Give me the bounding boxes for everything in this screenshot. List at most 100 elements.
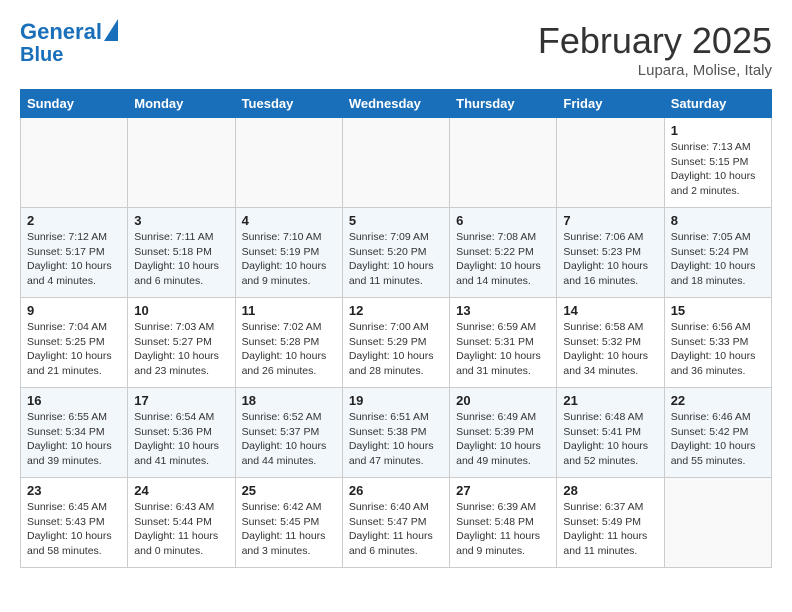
day-cell: 28 Sunrise: 6:37 AMSunset: 5:49 PMDayligh… bbox=[557, 478, 664, 568]
weekday-header-tuesday: Tuesday bbox=[235, 90, 342, 118]
day-info: Sunrise: 6:46 AMSunset: 5:42 PMDaylight:… bbox=[671, 410, 765, 469]
day-cell: 5Sunrise: 7:09 AMSunset: 5:20 PMDaylight… bbox=[342, 208, 449, 298]
day-number: 17 bbox=[134, 393, 228, 408]
day-cell: 23Sunrise: 6:45 AMSunset: 5:43 PMDayligh… bbox=[21, 478, 128, 568]
weekday-header-thursday: Thursday bbox=[450, 90, 557, 118]
month-title: February 2025 bbox=[538, 20, 772, 62]
week-row-3: 9 Sunrise: 7:04 AMSunset: 5:25 PMDaylight… bbox=[21, 298, 772, 388]
week-row-1: 1 Sunrise: 7:13 AMSunset: 5:15 PMDaylight… bbox=[21, 118, 772, 208]
week-row-4: 16 Sunrise: 6:55 AMSunset: 5:34 PMDayligh… bbox=[21, 388, 772, 478]
day-number: 3 bbox=[134, 213, 228, 228]
day-cell: 8 Sunrise: 7:05 AMSunset: 5:24 PMDaylight… bbox=[664, 208, 771, 298]
logo-icon bbox=[104, 19, 118, 41]
day-number: 13 bbox=[456, 303, 550, 318]
day-cell bbox=[21, 118, 128, 208]
day-number: 27 bbox=[456, 483, 550, 498]
day-cell: 3 Sunrise: 7:11 AMSunset: 5:18 PMDaylight… bbox=[128, 208, 235, 298]
day-info: Sunrise: 6:37 AMSunset: 5:49 PMDaylight:… bbox=[563, 500, 657, 559]
day-info: Sunrise: 6:39 AMSunset: 5:48 PMDaylight:… bbox=[456, 500, 550, 559]
day-number: 15 bbox=[671, 303, 765, 318]
week-row-5: 23Sunrise: 6:45 AMSunset: 5:43 PMDayligh… bbox=[21, 478, 772, 568]
day-cell: 9 Sunrise: 7:04 AMSunset: 5:25 PMDaylight… bbox=[21, 298, 128, 388]
weekday-header-saturday: Saturday bbox=[664, 90, 771, 118]
day-info: Sunrise: 6:49 AMSunset: 5:39 PMDaylight:… bbox=[456, 410, 550, 469]
weekday-header-friday: Friday bbox=[557, 90, 664, 118]
day-info: Sunrise: 7:02 AMSunset: 5:28 PMDaylight:… bbox=[242, 320, 336, 379]
day-number: 26 bbox=[349, 483, 443, 498]
day-cell: 25 Sunrise: 6:42 AMSunset: 5:45 PMDayligh… bbox=[235, 478, 342, 568]
day-cell: 14Sunrise: 6:58 AMSunset: 5:32 PMDayligh… bbox=[557, 298, 664, 388]
day-info: Sunrise: 7:13 AMSunset: 5:15 PMDaylight:… bbox=[671, 140, 765, 199]
day-info: Sunrise: 6:54 AMSunset: 5:36 PMDaylight:… bbox=[134, 410, 228, 469]
day-cell: 11Sunrise: 7:02 AMSunset: 5:28 PMDayligh… bbox=[235, 298, 342, 388]
day-info: Sunrise: 7:04 AMSunset: 5:25 PMDaylight:… bbox=[27, 320, 121, 379]
day-info: Sunrise: 7:05 AMSunset: 5:24 PMDaylight:… bbox=[671, 230, 765, 289]
day-cell bbox=[557, 118, 664, 208]
day-cell: 27 Sunrise: 6:39 AMSunset: 5:48 PMDayligh… bbox=[450, 478, 557, 568]
day-cell: 18 Sunrise: 6:52 AMSunset: 5:37 PMDayligh… bbox=[235, 388, 342, 478]
day-cell: 10 Sunrise: 7:03 AMSunset: 5:27 PMDayligh… bbox=[128, 298, 235, 388]
day-cell bbox=[450, 118, 557, 208]
day-number: 8 bbox=[671, 213, 765, 228]
day-cell: 2 Sunrise: 7:12 AMSunset: 5:17 PMDaylight… bbox=[21, 208, 128, 298]
day-info: Sunrise: 6:56 AMSunset: 5:33 PMDaylight:… bbox=[671, 320, 765, 379]
day-info: Sunrise: 6:51 AMSunset: 5:38 PMDaylight:… bbox=[349, 410, 443, 469]
day-cell: 24Sunrise: 6:43 AMSunset: 5:44 PMDayligh… bbox=[128, 478, 235, 568]
page-header: General Blue February 2025 Lupara, Molis… bbox=[20, 20, 772, 79]
day-cell: 13 Sunrise: 6:59 AMSunset: 5:31 PMDayligh… bbox=[450, 298, 557, 388]
day-number: 6 bbox=[456, 213, 550, 228]
day-info: Sunrise: 6:40 AMSunset: 5:47 PMDaylight:… bbox=[349, 500, 443, 559]
day-number: 23 bbox=[27, 483, 121, 498]
day-info: Sunrise: 7:08 AMSunset: 5:22 PMDaylight:… bbox=[456, 230, 550, 289]
day-number: 9 bbox=[27, 303, 121, 318]
logo: General Blue bbox=[20, 20, 118, 66]
day-cell: 22 Sunrise: 6:46 AMSunset: 5:42 PMDayligh… bbox=[664, 388, 771, 478]
day-cell: 21Sunrise: 6:48 AMSunset: 5:41 PMDayligh… bbox=[557, 388, 664, 478]
day-cell: 15 Sunrise: 6:56 AMSunset: 5:33 PMDayligh… bbox=[664, 298, 771, 388]
day-info: Sunrise: 6:55 AMSunset: 5:34 PMDaylight:… bbox=[27, 410, 121, 469]
day-info: Sunrise: 7:09 AMSunset: 5:20 PMDaylight:… bbox=[349, 230, 443, 289]
day-number: 19 bbox=[349, 393, 443, 408]
day-number: 18 bbox=[242, 393, 336, 408]
day-cell: 19 Sunrise: 6:51 AMSunset: 5:38 PMDayligh… bbox=[342, 388, 449, 478]
weekday-header-sunday: Sunday bbox=[21, 90, 128, 118]
day-info: Sunrise: 7:12 AMSunset: 5:17 PMDaylight:… bbox=[27, 230, 121, 289]
day-number: 21 bbox=[563, 393, 657, 408]
week-row-2: 2 Sunrise: 7:12 AMSunset: 5:17 PMDaylight… bbox=[21, 208, 772, 298]
day-cell: 7Sunrise: 7:06 AMSunset: 5:23 PMDaylight… bbox=[557, 208, 664, 298]
weekday-header-wednesday: Wednesday bbox=[342, 90, 449, 118]
day-info: Sunrise: 7:06 AMSunset: 5:23 PMDaylight:… bbox=[563, 230, 657, 289]
day-cell bbox=[235, 118, 342, 208]
day-cell: 16 Sunrise: 6:55 AMSunset: 5:34 PMDayligh… bbox=[21, 388, 128, 478]
day-info: Sunrise: 6:58 AMSunset: 5:32 PMDaylight:… bbox=[563, 320, 657, 379]
day-info: Sunrise: 6:42 AMSunset: 5:45 PMDaylight:… bbox=[242, 500, 336, 559]
location: Lupara, Molise, Italy bbox=[538, 62, 772, 79]
day-info: Sunrise: 7:00 AMSunset: 5:29 PMDaylight:… bbox=[349, 320, 443, 379]
day-number: 25 bbox=[242, 483, 336, 498]
day-info: Sunrise: 6:52 AMSunset: 5:37 PMDaylight:… bbox=[242, 410, 336, 469]
day-number: 24 bbox=[134, 483, 228, 498]
title-area: February 2025 Lupara, Molise, Italy bbox=[538, 20, 772, 79]
day-number: 10 bbox=[134, 303, 228, 318]
day-cell: 6 Sunrise: 7:08 AMSunset: 5:22 PMDaylight… bbox=[450, 208, 557, 298]
day-number: 4 bbox=[242, 213, 336, 228]
day-cell: 26 Sunrise: 6:40 AMSunset: 5:47 PMDayligh… bbox=[342, 478, 449, 568]
day-info: Sunrise: 7:03 AMSunset: 5:27 PMDaylight:… bbox=[134, 320, 228, 379]
day-info: Sunrise: 7:10 AMSunset: 5:19 PMDaylight:… bbox=[242, 230, 336, 289]
day-number: 1 bbox=[671, 123, 765, 138]
day-cell: 4 Sunrise: 7:10 AMSunset: 5:19 PMDaylight… bbox=[235, 208, 342, 298]
day-cell: 20 Sunrise: 6:49 AMSunset: 5:39 PMDayligh… bbox=[450, 388, 557, 478]
weekday-header-monday: Monday bbox=[128, 90, 235, 118]
day-number: 16 bbox=[27, 393, 121, 408]
day-cell bbox=[342, 118, 449, 208]
day-cell: 12Sunrise: 7:00 AMSunset: 5:29 PMDayligh… bbox=[342, 298, 449, 388]
day-number: 2 bbox=[27, 213, 121, 228]
day-info: Sunrise: 6:59 AMSunset: 5:31 PMDaylight:… bbox=[456, 320, 550, 379]
day-cell: 1 Sunrise: 7:13 AMSunset: 5:15 PMDaylight… bbox=[664, 118, 771, 208]
logo-text: General Blue bbox=[20, 20, 118, 66]
day-number: 20 bbox=[456, 393, 550, 408]
day-number: 28 bbox=[563, 483, 657, 498]
day-cell bbox=[128, 118, 235, 208]
day-info: Sunrise: 7:11 AMSunset: 5:18 PMDaylight:… bbox=[134, 230, 228, 289]
day-number: 22 bbox=[671, 393, 765, 408]
